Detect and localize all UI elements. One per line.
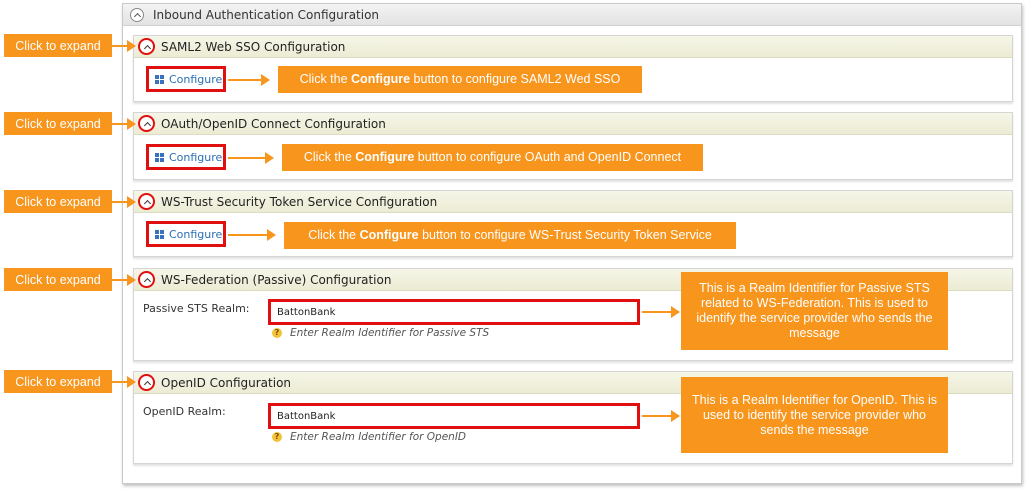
oauth-callout-bold: Configure — [355, 150, 415, 164]
configure-icon — [155, 229, 164, 239]
configure-icon — [155, 152, 164, 162]
arrow-icon — [112, 274, 136, 286]
passive-sts-realm-hint: ? Enter Realm Identifier for Passive STS — [272, 327, 489, 339]
arrow-icon — [112, 118, 136, 130]
saml-callout-bold: Configure — [351, 72, 411, 86]
inbound-auth-title: Inbound Authentication Configuration — [153, 8, 380, 22]
saml-section-title: SAML2 Web SSO Configuration — [161, 40, 346, 54]
arrow-icon — [642, 306, 680, 318]
oauth-configure-button[interactable]: Configure — [146, 144, 226, 170]
arrow-icon — [642, 410, 680, 422]
oauth-callout-post: button to configure OAuth and OpenID Con… — [414, 150, 682, 164]
saml-configure-button[interactable]: Configure — [146, 66, 226, 92]
openid-callout: This is a Realm Identifier for OpenID. T… — [681, 377, 948, 453]
wsfed-callout: This is a Realm Identifier for Passive S… — [681, 272, 948, 350]
saml-section-header[interactable]: SAML2 Web SSO Configuration — [134, 36, 1012, 58]
wstrust-configure-button[interactable]: Configure — [146, 221, 226, 247]
openid-section-title: OpenID Configuration — [161, 376, 292, 390]
wstrust-section-title: WS-Trust Security Token Service Configur… — [161, 195, 438, 209]
passive-sts-realm-input[interactable]: BattonBank — [268, 299, 640, 325]
wstrust-callout-post: button to configure WS-Trust Security To… — [418, 228, 712, 242]
expand-toggle-icon[interactable] — [138, 271, 155, 288]
arrow-icon — [112, 40, 136, 52]
arrow-icon — [112, 376, 136, 388]
click-to-expand-label: Click to expand — [4, 190, 112, 213]
expand-toggle-icon[interactable] — [138, 115, 155, 132]
openid-realm-label: OpenID Realm: — [143, 405, 226, 418]
click-to-expand-label: Click to expand — [4, 34, 112, 57]
expand-toggle-icon[interactable] — [138, 38, 155, 55]
expand-toggle-icon[interactable] — [138, 374, 155, 391]
openid-realm-hint: ? Enter Realm Identifier for OpenID — [272, 431, 466, 443]
wstrust-callout-bold: Configure — [359, 228, 419, 242]
wstrust-section-header[interactable]: WS-Trust Security Token Service Configur… — [134, 191, 1012, 213]
oauth-section-title: OAuth/OpenID Connect Configuration — [161, 117, 386, 131]
saml-callout: Click the Configure button to configure … — [278, 66, 642, 93]
arrow-icon — [112, 196, 136, 208]
wstrust-configure-label: Configure — [169, 227, 223, 241]
click-to-expand-label: Click to expand — [4, 370, 112, 393]
configure-icon — [155, 74, 164, 84]
click-to-expand-label: Click to expand — [4, 112, 112, 135]
help-icon: ? — [272, 432, 282, 442]
inbound-auth-header[interactable]: Inbound Authentication Configuration — [123, 4, 1021, 26]
expand-toggle-icon[interactable] — [138, 193, 155, 210]
oauth-callout: Click the Configure button to configure … — [282, 144, 703, 171]
oauth-configure-label: Configure — [169, 150, 223, 164]
oauth-callout-pre: Click the — [303, 150, 356, 164]
saml-configure-label: Configure — [169, 72, 223, 86]
openid-realm-input[interactable]: BattonBank — [268, 403, 640, 429]
oauth-section-header[interactable]: OAuth/OpenID Connect Configuration — [134, 113, 1012, 135]
click-to-expand-label: Click to expand — [4, 268, 112, 291]
wstrust-callout-pre: Click the — [308, 228, 360, 242]
wstrust-callout: Click the Configure button to configure … — [284, 222, 736, 249]
arrow-icon — [228, 152, 274, 164]
saml-callout-post: button to configure SAML2 Wed SSO — [410, 72, 621, 86]
saml-callout-pre: Click the — [299, 72, 352, 86]
passive-sts-realm-hint-text: Enter Realm Identifier for Passive STS — [290, 327, 490, 339]
openid-realm-hint-text: Enter Realm Identifier for OpenID — [290, 431, 467, 443]
arrow-icon — [228, 229, 276, 241]
help-icon: ? — [272, 328, 282, 338]
wsfed-section-title: WS-Federation (Passive) Configuration — [161, 273, 392, 287]
arrow-icon — [228, 74, 270, 86]
collapse-toggle-icon[interactable] — [130, 8, 144, 22]
passive-sts-realm-label: Passive STS Realm: — [143, 302, 250, 315]
